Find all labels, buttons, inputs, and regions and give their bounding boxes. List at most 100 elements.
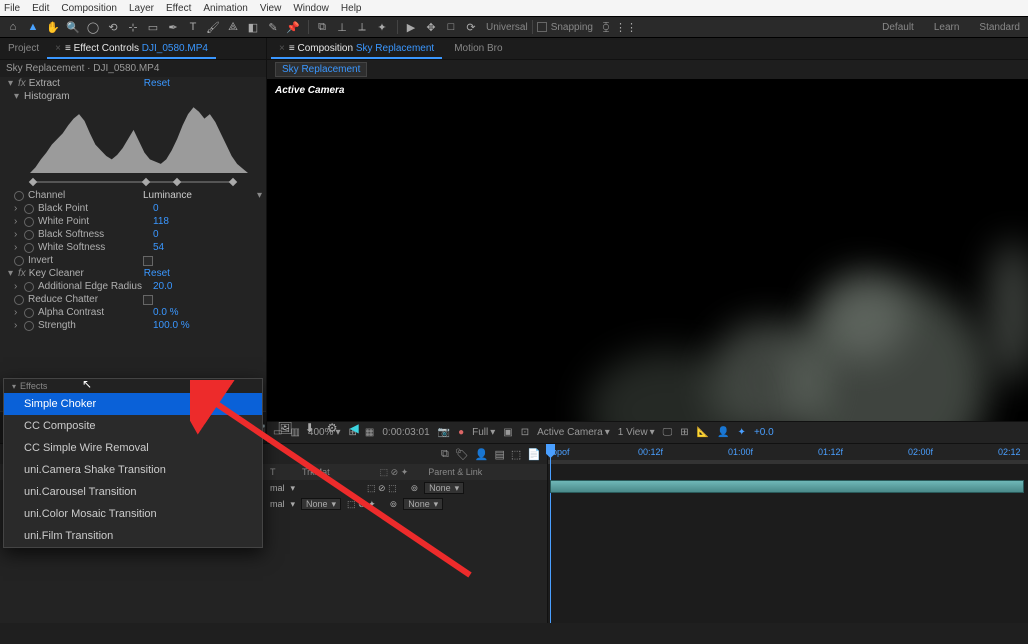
prop-channel[interactable]: ChannelLuminance▾: [0, 189, 266, 202]
extract-reset[interactable]: Reset: [144, 78, 170, 89]
gear-icon[interactable]: ⚙: [327, 421, 338, 435]
snap-opts-icon[interactable]: ⋮⋮: [617, 18, 635, 36]
tab-motion-bro[interactable]: Motion Bro: [446, 40, 510, 59]
footer-icon5[interactable]: ▣: [503, 427, 512, 438]
search-result-0[interactable]: Simple Choker: [4, 393, 262, 415]
exposure-reset-icon[interactable]: ✦: [738, 427, 746, 438]
prop-invert[interactable]: Invert: [0, 254, 266, 267]
brush-tool-icon[interactable]: 🖌: [204, 18, 222, 36]
tl-icon-c[interactable]: 👤: [475, 448, 489, 461]
orbit-tool-icon[interactable]: ◯: [84, 18, 102, 36]
effect-file-link[interactable]: DJI_0580.MP4: [142, 43, 208, 54]
search-result-3[interactable]: uni.Camera Shake Transition: [4, 459, 262, 481]
footer-icon8[interactable]: ⊞: [680, 427, 688, 438]
timeline-track-area[interactable]: bpof 00:12f 01:00f 01:12f 02:00f 02:12: [548, 444, 1028, 623]
workspace-learn[interactable]: Learn: [934, 22, 960, 33]
shape-tool-icon[interactable]: ▭: [144, 18, 162, 36]
menu-layer[interactable]: Layer: [129, 3, 154, 14]
histogram-slider[interactable]: [30, 179, 236, 185]
3d-tool-icon[interactable]: ⧉: [313, 18, 331, 36]
tab-composition[interactable]: ×≡ Composition Sky Replacement: [271, 40, 442, 59]
effect-key-cleaner[interactable]: ▾fx Key Cleaner Reset: [0, 267, 266, 280]
axis-y-icon[interactable]: ⟂: [353, 18, 371, 36]
tab-project[interactable]: Project: [0, 40, 47, 59]
timecode[interactable]: 0:00:03:01: [382, 427, 429, 438]
tl-icon-a[interactable]: ⧉: [441, 448, 449, 461]
extract-histogram-row[interactable]: ▾ Histogram: [0, 90, 266, 103]
share-icon[interactable]: ◀: [349, 421, 358, 435]
roto-tool-icon[interactable]: ✎: [264, 18, 282, 36]
prop-white-softness[interactable]: ›White Softness54: [0, 241, 266, 254]
snapping-checkbox[interactable]: [537, 22, 547, 32]
tl-icon-e[interactable]: ⬚: [511, 448, 521, 461]
search-result-1[interactable]: CC Composite: [4, 415, 262, 437]
universal-label[interactable]: Universal: [486, 22, 528, 33]
workspace-default[interactable]: Default: [882, 22, 914, 33]
tl-icon-b[interactable]: 🏷: [455, 448, 469, 461]
resolution-dropdown[interactable]: Full ▾: [472, 427, 495, 438]
prop-white-point[interactable]: ›White Point118: [0, 215, 266, 228]
anchor-tool-icon[interactable]: ⊹: [124, 18, 142, 36]
effect-extract[interactable]: ▾fx Extract Reset: [0, 77, 266, 90]
menu-animation[interactable]: Animation: [203, 3, 247, 14]
download-icon[interactable]: ⬇: [305, 421, 315, 435]
menu-view[interactable]: View: [260, 3, 282, 14]
viewer-subtab[interactable]: Sky Replacement: [275, 62, 367, 77]
gallery-icon[interactable]: 🖼: [277, 421, 292, 435]
menu-window[interactable]: Window: [293, 3, 329, 14]
tl-icon-d[interactable]: ▤: [494, 448, 504, 461]
menu-composition[interactable]: Composition: [61, 3, 117, 14]
clone-tool-icon[interactable]: ⟁: [224, 18, 242, 36]
circle-icon[interactable]: ⟳: [462, 18, 480, 36]
playhead[interactable]: [550, 444, 551, 623]
cursor2-icon[interactable]: ▶: [402, 18, 420, 36]
text-tool-icon[interactable]: T: [184, 18, 202, 36]
parent-dd-1[interactable]: None▾: [424, 482, 464, 494]
footer-icon4[interactable]: ▦: [365, 427, 374, 438]
magnet-icon[interactable]: ⧲: [597, 18, 615, 36]
camera-icon[interactable]: 📷: [438, 427, 450, 438]
prop-alpha-contrast[interactable]: ›Alpha Contrast0.0 %: [0, 306, 266, 319]
move-icon[interactable]: ✥: [422, 18, 440, 36]
footer-icon9[interactable]: 📐: [697, 427, 709, 438]
keycleaner-reset[interactable]: Reset: [144, 268, 170, 279]
exposure-value[interactable]: +0.0: [754, 427, 774, 438]
menu-edit[interactable]: Edit: [32, 3, 49, 14]
rotate-tool-icon[interactable]: ⟲: [104, 18, 122, 36]
menu-file[interactable]: File: [4, 3, 20, 14]
tl-icon-f[interactable]: 📄: [527, 448, 541, 461]
axis-x-icon[interactable]: ⊥: [333, 18, 351, 36]
eraser-tool-icon[interactable]: ◧: [244, 18, 262, 36]
search-result-4[interactable]: uni.Carousel Transition: [4, 481, 262, 503]
views-dropdown[interactable]: 1 View ▾: [618, 427, 655, 438]
menu-help[interactable]: Help: [341, 3, 362, 14]
prop-black-point[interactable]: ›Black Point0: [0, 202, 266, 215]
prop-strength[interactable]: ›Strength100.0 %: [0, 319, 266, 332]
prop-black-softness[interactable]: ›Black Softness0: [0, 228, 266, 241]
timeline-clip[interactable]: [550, 480, 1024, 493]
square-icon[interactable]: □: [442, 18, 460, 36]
search-category[interactable]: Effects: [4, 379, 262, 393]
hand-tool-icon[interactable]: ✋: [44, 18, 62, 36]
footer-dot-icon[interactable]: ●: [458, 427, 464, 438]
parent-dd-2[interactable]: None▾: [403, 498, 443, 510]
viewer-canvas[interactable]: Active Camera: [267, 79, 1028, 421]
search-result-6[interactable]: uni.Film Transition: [4, 525, 262, 547]
selection-tool-icon[interactable]: ▲: [24, 18, 42, 36]
trkmat-dd-2[interactable]: None▾: [301, 498, 341, 510]
footer-icon6[interactable]: ⊡: [521, 427, 529, 438]
camera-dropdown[interactable]: Active Camera ▾: [537, 427, 610, 438]
timeline-ruler[interactable]: bpof 00:12f 01:00f 01:12f 02:00f 02:12: [548, 444, 1028, 464]
prop-edge-radius[interactable]: ›Additional Edge Radius20.0: [0, 280, 266, 293]
prop-reduce-chatter[interactable]: Reduce Chatter: [0, 293, 266, 306]
home-icon[interactable]: ⌂: [4, 18, 22, 36]
puppet-tool-icon[interactable]: 📌: [284, 18, 302, 36]
workspace-standard[interactable]: Standard: [979, 22, 1020, 33]
search-result-2[interactable]: CC Simple Wire Removal: [4, 437, 262, 459]
menu-effect[interactable]: Effect: [166, 3, 191, 14]
zoom-tool-icon[interactable]: 🔍: [64, 18, 82, 36]
footer-icon7[interactable]: 🖵: [663, 427, 673, 438]
footer-icon10[interactable]: 👤: [717, 427, 729, 438]
pen-tool-icon[interactable]: ✒: [164, 18, 182, 36]
axis-z-icon[interactable]: ✦: [373, 18, 391, 36]
